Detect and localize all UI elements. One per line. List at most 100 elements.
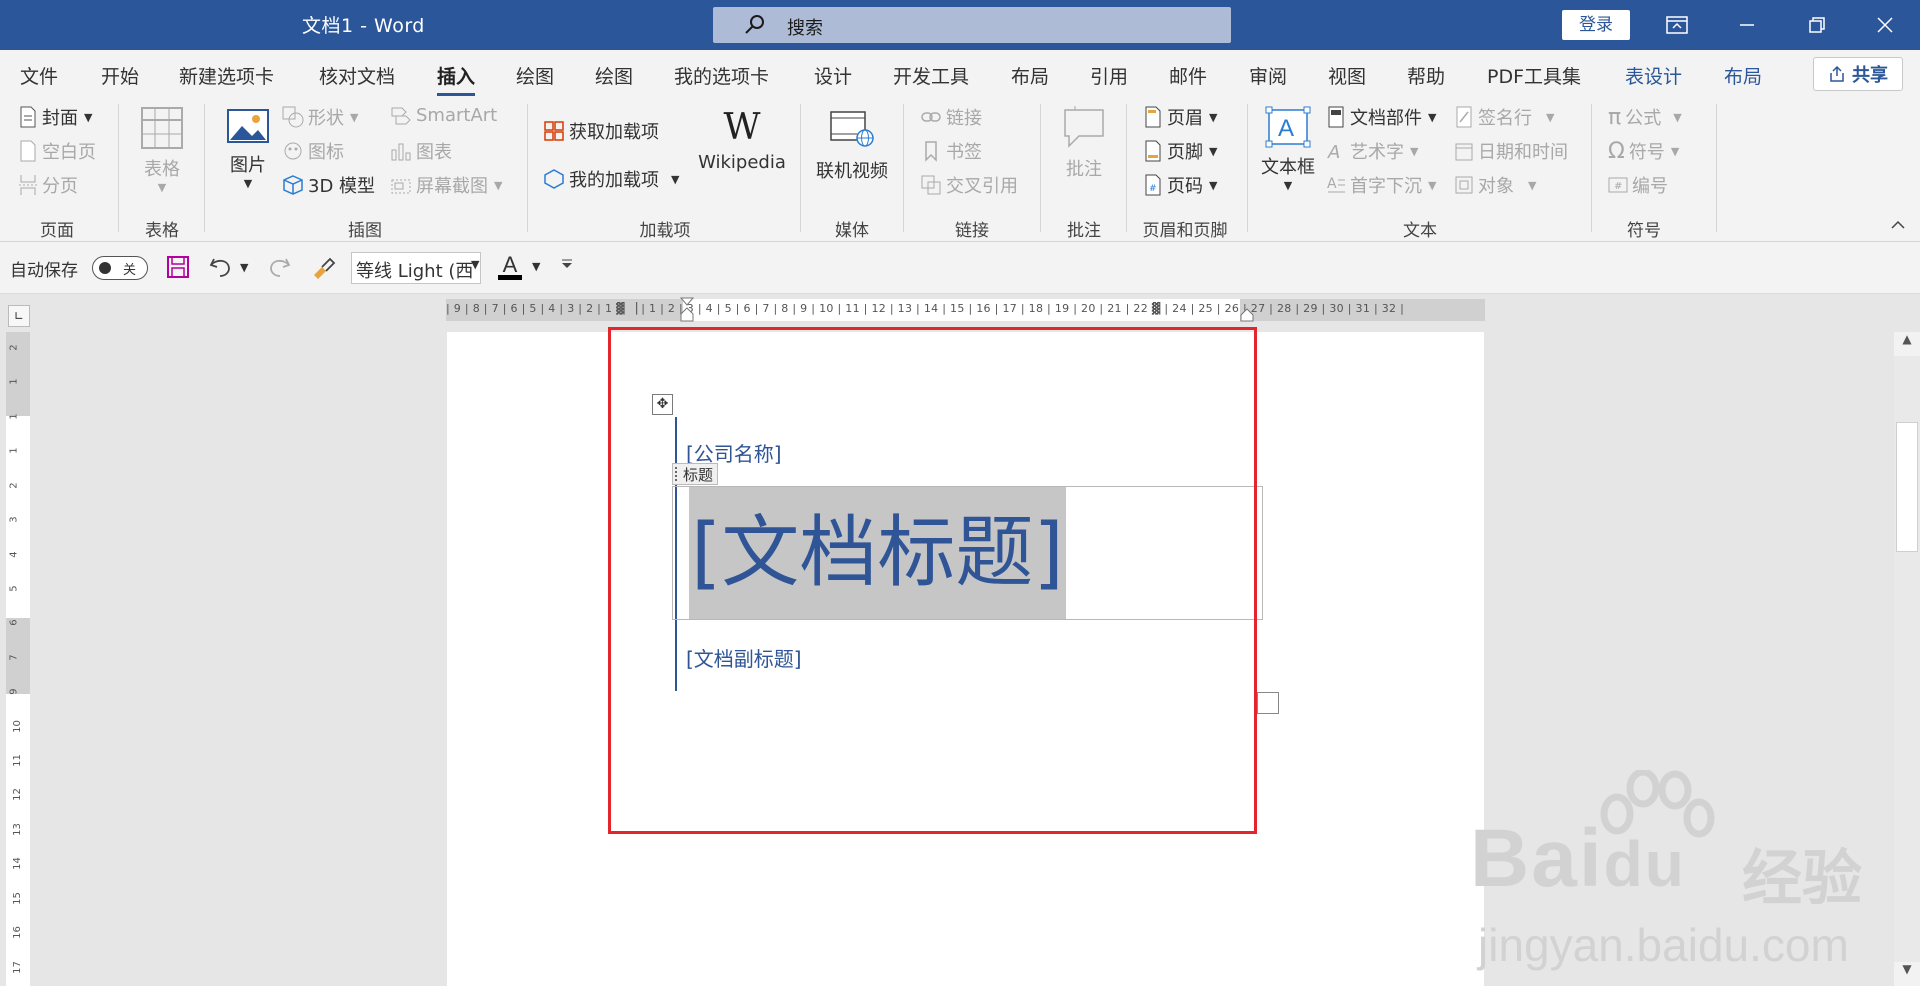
online-video-button[interactable]: 联机视频 — [812, 108, 892, 183]
layout-options-button[interactable] — [1257, 692, 1279, 714]
footer-button[interactable]: 页脚 ▼ — [1143, 138, 1217, 164]
blank-page-icon — [20, 140, 36, 162]
scroll-up-icon[interactable]: ▲ — [1894, 332, 1920, 356]
share-label: 共享 — [1852, 65, 1888, 86]
my-addins-label: 我的加载项 — [569, 170, 659, 191]
autosave-toggle[interactable]: 关 — [92, 256, 148, 280]
symbol-label: 符号 — [1628, 142, 1665, 163]
get-addins-button[interactable]: 获取加载项 — [543, 118, 659, 144]
wordart-button[interactable]: A 艺术字 ▼ — [1326, 138, 1418, 164]
tab-layout[interactable]: 布局 — [1011, 62, 1049, 89]
my-addins-button[interactable]: 我的加载项 ▼ — [543, 166, 679, 192]
wordart-label: 艺术字 — [1350, 142, 1404, 163]
ribbon-display-icon — [1666, 16, 1688, 34]
screenshot-button[interactable]: 屏幕截图 ▼ — [390, 172, 502, 198]
tab-design[interactable]: 设计 — [814, 62, 852, 89]
ribbon-display-options-button[interactable] — [1642, 0, 1712, 50]
redo-button[interactable] — [266, 255, 292, 279]
vertical-ruler-number: 13 — [11, 823, 23, 836]
picture-button[interactable]: 图片 ▼ — [222, 106, 274, 190]
search-box[interactable]: 搜索 — [713, 7, 1231, 43]
tab-review[interactable]: 审阅 — [1249, 62, 1287, 89]
signature-line-button[interactable]: 签名行 ▼ — [1454, 104, 1554, 130]
tab-selector-button[interactable]: ∟ — [8, 305, 30, 327]
quick-parts-button[interactable]: 文档部件 ▼ — [1326, 104, 1436, 130]
undo-button[interactable]: ▼ — [208, 255, 248, 279]
tab-references[interactable]: 引用 — [1090, 62, 1128, 89]
object-button[interactable]: 对象 ▼ — [1454, 172, 1536, 198]
chart-button[interactable]: 图表 — [390, 138, 452, 164]
scroll-thumb[interactable] — [1896, 422, 1918, 552]
customize-qat-button[interactable] — [560, 257, 574, 271]
tab-pdf-tools[interactable]: PDF工具集 — [1487, 62, 1581, 89]
shapes-button[interactable]: 形状 ▼ — [282, 104, 358, 130]
link-label: 链接 — [946, 108, 982, 129]
restore-icon — [1809, 17, 1825, 33]
page-number-button[interactable]: # 页码 ▼ — [1143, 172, 1217, 198]
font-name-select[interactable]: 等线 Light (西 — [351, 252, 481, 284]
equation-button[interactable]: π 公式 ▼ — [1608, 104, 1682, 130]
tab-home[interactable]: 开始 — [101, 62, 139, 89]
tab-table-design[interactable]: 表设计 — [1625, 62, 1682, 89]
close-button[interactable] — [1850, 0, 1920, 50]
drop-cap-icon: A — [1327, 176, 1345, 193]
group-divider — [204, 104, 205, 232]
login-button[interactable]: 登录 — [1562, 10, 1630, 40]
comment-icon — [1064, 106, 1104, 148]
comment-button[interactable]: 批注 — [1058, 106, 1110, 181]
vertical-ruler-number: 7 — [8, 654, 20, 661]
undo-icon — [209, 258, 230, 277]
bookmark-button[interactable]: 书签 — [920, 138, 982, 164]
tab-draw-2[interactable]: 绘图 — [595, 62, 633, 89]
smartart-button[interactable]: SmartArt — [390, 104, 497, 126]
wikipedia-button[interactable]: W Wikipedia — [696, 108, 788, 174]
wikipedia-label: Wikipedia — [698, 152, 786, 173]
group-label-table: 表格 — [145, 221, 179, 241]
drop-cap-button[interactable]: A 首字下沉 ▼ — [1326, 172, 1436, 198]
bookmark-icon — [925, 141, 937, 162]
number-button[interactable]: # 编号 — [1608, 172, 1668, 198]
minimize-icon — [1740, 24, 1754, 26]
cover-page-button[interactable]: 封面 ▼ — [18, 104, 92, 130]
3d-models-button[interactable]: 3D 模型 — [282, 172, 375, 198]
text-box-button[interactable]: A 文本框 ▼ — [1258, 106, 1318, 192]
tab-insert[interactable]: 插入 — [437, 62, 476, 96]
tab-draw-1[interactable]: 绘图 — [516, 62, 554, 89]
tab-check-document[interactable]: 核对文档 — [319, 62, 395, 89]
tab-mailings[interactable]: 邮件 — [1169, 62, 1207, 89]
indent-marker-icon[interactable] — [680, 297, 694, 323]
save-button[interactable] — [166, 255, 190, 279]
link-button[interactable]: 链接 — [920, 104, 982, 130]
collapse-ribbon-button[interactable] — [1890, 220, 1906, 230]
symbol-button[interactable]: Ω 符号 ▼ — [1608, 138, 1679, 164]
svg-text:#: # — [1149, 184, 1157, 194]
font-color-button[interactable]: A ▼ — [498, 252, 540, 280]
header-button[interactable]: 页眉 ▼ — [1143, 104, 1217, 130]
vertical-ruler[interactable]: 2 1 1 1 2 3 4 5 6 7 9 10 11 12 13 14 15 16 17 — [6, 332, 30, 986]
tab-file[interactable]: 文件 — [20, 62, 58, 89]
blank-page-button[interactable]: 空白页 — [18, 138, 96, 164]
minimize-button[interactable] — [1712, 0, 1782, 50]
table-button[interactable]: 表格 ▼ — [136, 106, 188, 194]
tab-help[interactable]: 帮助 — [1407, 62, 1445, 89]
cross-reference-button[interactable]: 交叉引用 — [920, 172, 1018, 198]
tab-my-tab[interactable]: 我的选项卡 — [674, 62, 769, 89]
vertical-ruler-number: 1 — [8, 413, 20, 420]
format-painter-button[interactable] — [310, 255, 336, 279]
tab-new-tab[interactable]: 新建选项卡 — [179, 62, 274, 89]
footer-icon — [1145, 140, 1161, 162]
icons-label: 图标 — [308, 142, 344, 163]
icons-button[interactable]: 图标 — [282, 138, 344, 164]
date-time-button[interactable]: 日期和时间 — [1454, 138, 1568, 164]
share-button[interactable]: 共享 — [1813, 57, 1903, 91]
autosave-label: 自动保存 — [10, 261, 78, 281]
tab-view[interactable]: 视图 — [1328, 62, 1366, 89]
svg-text:A: A — [1278, 115, 1294, 142]
tab-developer[interactable]: 开发工具 — [893, 62, 969, 89]
tab-table-layout[interactable]: 布局 — [1724, 62, 1762, 89]
horizontal-ruler[interactable]: | 9 | 8 | 7 | 6 | 5 | 4 | 3 | 2 | 1 ▓ ▕ … — [446, 297, 1485, 323]
restore-button[interactable] — [1782, 0, 1852, 50]
right-indent-marker-icon[interactable] — [1240, 307, 1254, 323]
page-break-button[interactable]: 分页 — [18, 172, 78, 198]
font-select-chevron-icon[interactable]: ▼ — [469, 258, 479, 271]
